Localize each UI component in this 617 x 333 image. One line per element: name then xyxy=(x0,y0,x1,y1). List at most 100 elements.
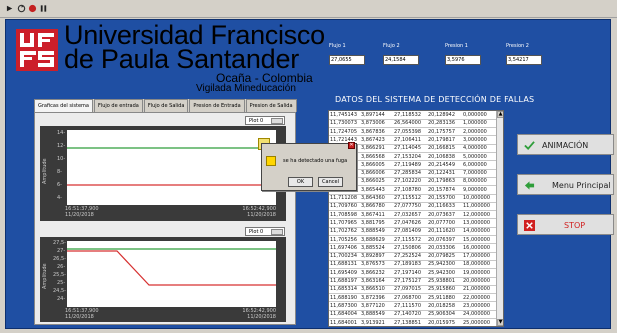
table-cell: 20,073637 xyxy=(428,211,456,218)
tab-control: Graficas del sistema Flujo de entrada Fl… xyxy=(34,99,297,325)
plot1-legend-label: Plot 0 xyxy=(249,118,264,124)
table-cell: 27,077750 xyxy=(394,203,422,210)
table-cell: 11,707965 xyxy=(330,219,358,226)
table-cell: 13,000000 xyxy=(463,219,491,226)
dialog-ok-button[interactable]: OK xyxy=(288,177,313,187)
scroll-down-arrow-icon[interactable]: ▼ xyxy=(497,319,503,326)
table-cell: 27,102220 xyxy=(394,178,422,185)
tab-body-graficas: Plot 0 14- 12- 10- 8- 6- 4- Amplitude 16… xyxy=(34,112,296,325)
table-cell: 20,015975 xyxy=(428,319,456,326)
plot2-area xyxy=(67,241,276,307)
plot1-lines xyxy=(67,147,276,186)
table-cell: 27,197140 xyxy=(394,269,422,276)
table-cell: 3,000000 xyxy=(463,136,487,143)
table-cell: 22,000000 xyxy=(463,294,491,301)
stop-icon[interactable] xyxy=(28,4,37,13)
table-cell: 27,140720 xyxy=(394,311,422,318)
table-cell: 11,711208 xyxy=(330,195,358,201)
pressure1-value: 3,5976 xyxy=(445,55,481,65)
plot2-legend[interactable]: Plot 0 xyxy=(245,227,285,236)
table-cell: 4,000000 xyxy=(463,145,487,152)
menu-principal-label: Menu Principal xyxy=(552,181,611,190)
table-cell: 17,000000 xyxy=(463,253,491,260)
table-cell: 7,000000 xyxy=(463,170,487,177)
table-title: DATOS DEL SISTEMA DE DETECCIÓN DE FALLAS xyxy=(335,95,535,104)
table-cell: 3,867423 xyxy=(361,136,385,143)
plot2-ytick-4: 26- xyxy=(57,264,66,270)
table-scrollbar[interactable]: ▲ ▼ xyxy=(496,111,503,326)
stop-label: STOP xyxy=(564,221,586,230)
plot2-ytick-2: 27- xyxy=(57,248,66,254)
tab-flujo-entrada[interactable]: Flujo de entrada xyxy=(93,99,143,112)
table-cell: 20,000000 xyxy=(463,278,491,284)
table-cell: 12,000000 xyxy=(463,211,491,218)
checkmark-icon xyxy=(524,141,535,151)
table-cell: 20,179817 xyxy=(428,136,456,143)
table-cell: 27,114045 xyxy=(394,145,422,152)
table-cell: 23,000000 xyxy=(463,302,491,309)
table-cell: 20,128942 xyxy=(428,112,456,118)
table-cell: 27,032657 xyxy=(394,211,422,218)
tab-presion-entrada[interactable]: Presion de Entrada xyxy=(189,99,245,112)
table-cell: 3,866232 xyxy=(361,269,385,276)
flow1-value: 27,0655 xyxy=(329,55,365,65)
menu-principal-button[interactable]: Menu Principal xyxy=(517,174,614,195)
table-cell: 14,000000 xyxy=(463,228,491,235)
table-cell: 11,688190 xyxy=(330,294,358,301)
animacion-button[interactable]: ANIMACIÓN xyxy=(517,134,614,155)
table-cell: 11,705256 xyxy=(330,236,358,243)
warning-icon xyxy=(266,156,276,166)
table-cell: 25,915860 xyxy=(428,286,456,293)
table-cell: 11,700234 xyxy=(330,253,358,260)
table-cell: 11,702762 xyxy=(330,228,358,235)
table-cell: 3,885524 xyxy=(361,244,385,251)
table-cell: 11,684004 xyxy=(330,311,358,318)
table-cell: 10,000000 xyxy=(463,195,491,201)
run-arrow-icon[interactable] xyxy=(6,4,15,13)
table-cell: 27,252524 xyxy=(394,253,422,260)
table-cell: 3,892897 xyxy=(361,253,385,260)
table-cell: 27,119489 xyxy=(394,161,422,168)
table-cell: 20,106838 xyxy=(428,153,456,160)
table-cell: 25,911880 xyxy=(428,294,456,301)
table-cell: 27,068700 xyxy=(394,294,422,301)
table-cell: 20,166815 xyxy=(428,145,456,152)
toolbar xyxy=(0,0,617,18)
plot2-ytick-1: 27,5- xyxy=(53,240,66,246)
table-cell: 27,108780 xyxy=(394,186,422,193)
dialog-close-icon[interactable]: ✕ xyxy=(348,142,355,149)
animacion-label: ANIMACIÓN xyxy=(542,141,589,150)
table-cell: 27,118532 xyxy=(394,112,422,118)
tab-flujo-salida[interactable]: Flujo de Salida xyxy=(143,99,189,112)
table-cell: 27,175127 xyxy=(394,278,422,284)
table-cell: 3,913921 xyxy=(361,319,385,326)
table-cell: 15,000000 xyxy=(463,236,491,243)
table-cell: 3,866568 xyxy=(361,153,385,160)
table-cell: 11,688197 xyxy=(330,278,358,284)
table-cell: 3,866780 xyxy=(361,203,385,210)
tab-presion-salida[interactable]: Presion de Salida xyxy=(245,99,297,112)
plot1-graph: 14- 12- 10- 8- 6- 4- Amplitude 16:51:37,… xyxy=(40,126,286,221)
table-cell: 27,153204 xyxy=(394,153,422,160)
table-cell: 20,175757 xyxy=(428,128,456,135)
table-cell: 20,079825 xyxy=(428,253,456,260)
stop-x-icon xyxy=(524,220,535,231)
table-cell: 20,283136 xyxy=(428,120,456,127)
dialog-cancel-button[interactable]: Cancel xyxy=(318,177,343,187)
table-cell: 19,000000 xyxy=(463,269,491,276)
table-cell: 11,708598 xyxy=(330,211,358,218)
scroll-up-arrow-icon[interactable]: ▲ xyxy=(497,111,503,118)
plot2-series-red xyxy=(67,250,276,286)
tab-graficas[interactable]: Graficas del sistema xyxy=(34,99,93,112)
table-cell: 20,122431 xyxy=(428,170,456,177)
table-cell: 3,867411 xyxy=(361,211,385,218)
stop-button[interactable]: STOP xyxy=(517,214,614,235)
plot1-ytick-4: 8- xyxy=(57,169,62,175)
table-cell: 20,157874 xyxy=(428,186,456,193)
plot1-legend[interactable]: Plot 0 xyxy=(245,116,285,125)
pause-icon[interactable] xyxy=(39,4,48,13)
table-cell: 27,055398 xyxy=(394,128,422,135)
table-cell: 3,876573 xyxy=(361,261,385,268)
table-cell: 3,866025 xyxy=(361,178,385,185)
run-continuous-icon[interactable] xyxy=(17,4,26,13)
